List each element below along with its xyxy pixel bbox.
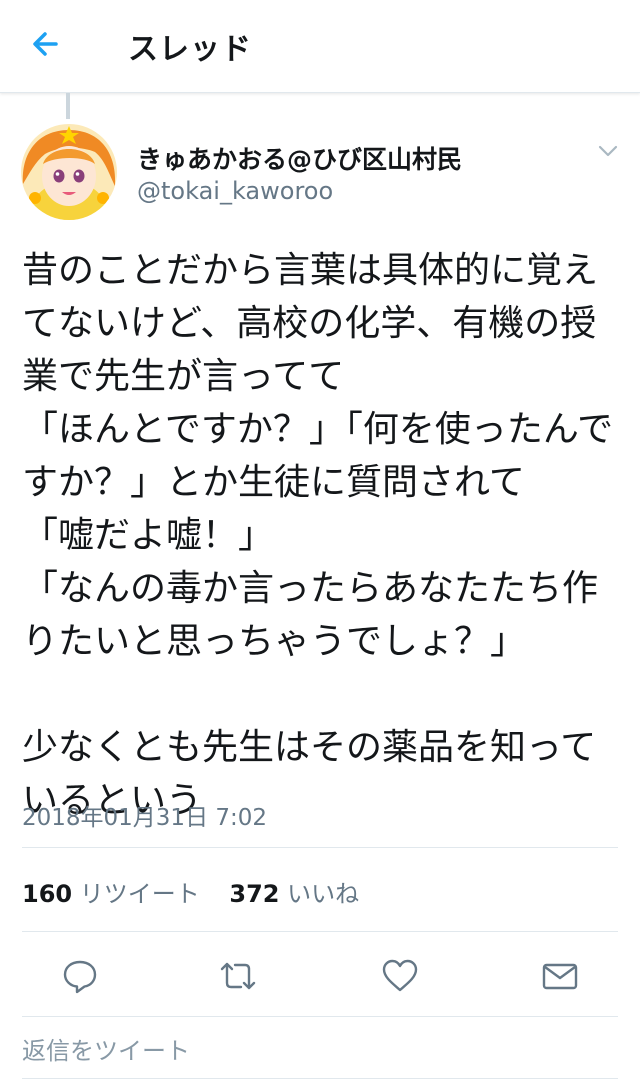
retweet-icon (220, 962, 256, 990)
tweet-options-button[interactable] (596, 142, 620, 160)
avatar-image (21, 124, 117, 220)
tweet-action-bar (0, 950, 640, 1002)
envelope-icon (542, 963, 578, 990)
like-button[interactable] (380, 956, 420, 996)
top-bar: スレッド (0, 0, 640, 93)
like-label[interactable]: いいね (287, 880, 359, 908)
reply-input[interactable]: 返信をツイート (22, 1031, 190, 1066)
display-name[interactable]: きゅあかおる@ひび区山村民 (137, 140, 462, 176)
engagement-stats: 160 リツイート 372 いいね (22, 874, 359, 909)
divider (22, 847, 618, 848)
heart-icon (382, 959, 418, 992)
back-button[interactable] (28, 24, 72, 64)
reply-button[interactable] (60, 956, 100, 996)
thread-connector-line (66, 93, 70, 119)
avatar[interactable] (21, 124, 117, 220)
retweet-label[interactable]: リツイート (80, 880, 200, 908)
divider (22, 931, 618, 932)
divider (22, 1016, 618, 1017)
page-title: スレッド (128, 32, 252, 67)
retweet-button[interactable] (218, 956, 258, 996)
username-handle[interactable]: @tokai_kaworoo (137, 177, 333, 205)
like-count[interactable]: 372 (229, 880, 279, 908)
direct-message-button[interactable] (540, 956, 580, 996)
arrow-left-icon (33, 32, 58, 56)
chevron-down-icon (598, 145, 618, 157)
tweet-text: 昔のことだから言葉は具体的に覚えてないけど、高校の化学、有機の授業で先生が言って… (22, 250, 614, 821)
retweet-count[interactable]: 160 (22, 880, 72, 908)
divider (22, 1078, 618, 1079)
reply-icon (63, 960, 97, 994)
tweet-timestamp[interactable]: 2018年01月31日 7:02 (22, 798, 267, 832)
